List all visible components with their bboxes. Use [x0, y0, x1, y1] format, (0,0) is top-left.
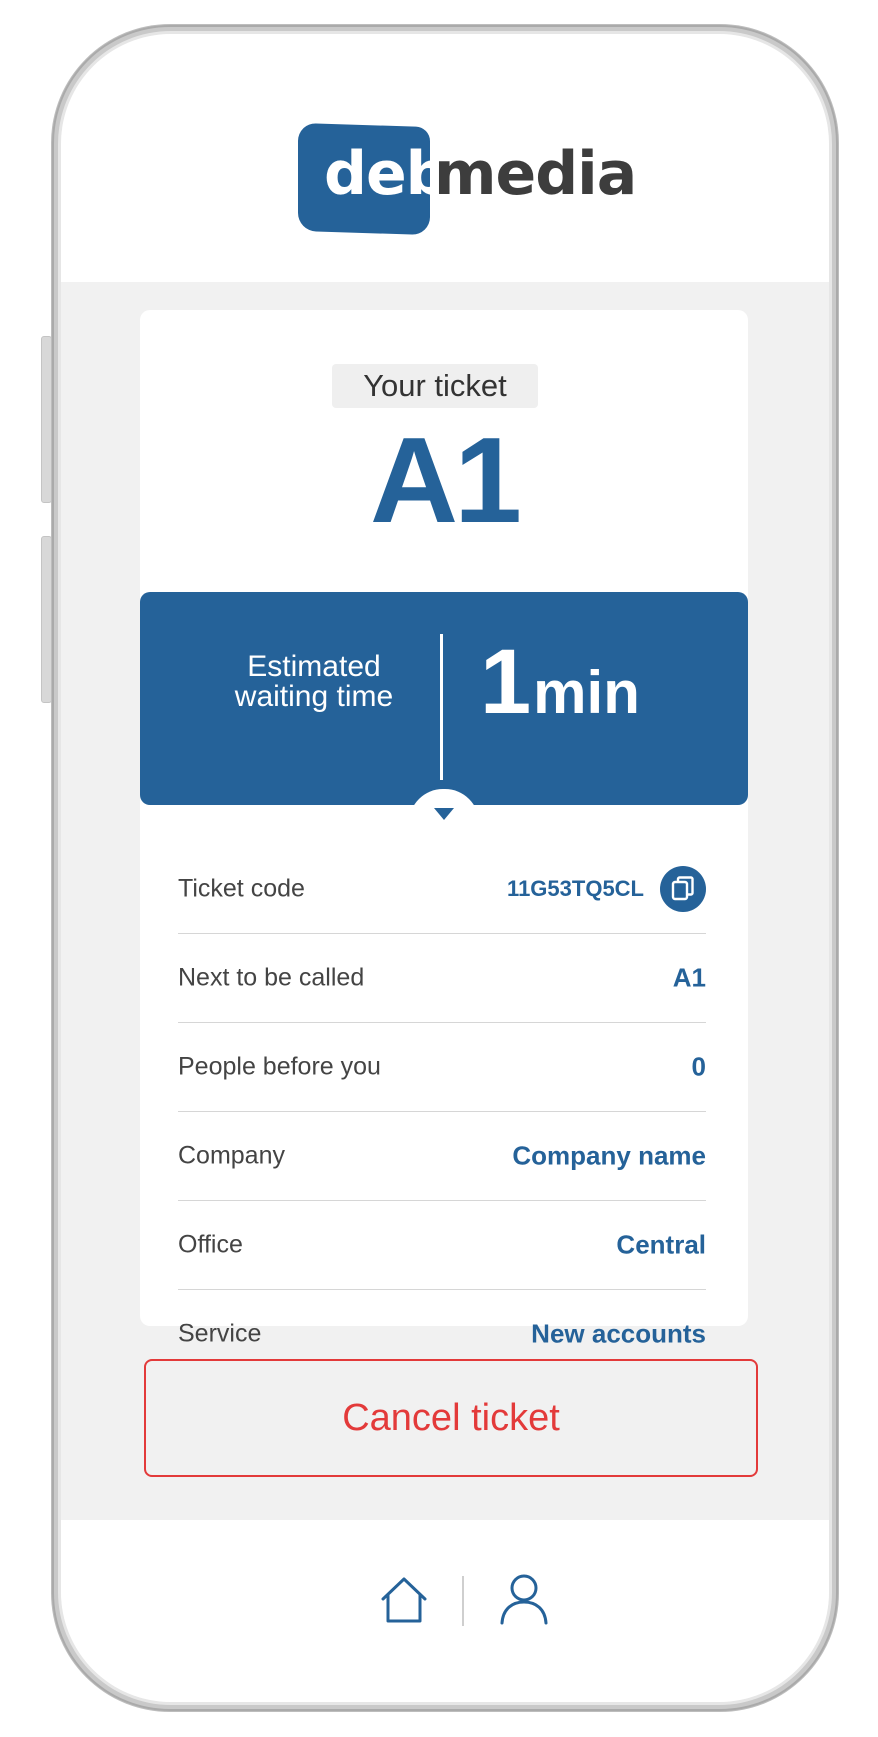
logo-text-deb: deb [324, 139, 449, 209]
ticket-label: Your ticket [332, 364, 538, 408]
waiting-time-panel: Estimated waiting time 1min [140, 592, 748, 805]
bottom-navigation [61, 1520, 829, 1702]
waiting-time-unit: min [533, 659, 640, 726]
copy-code-button[interactable] [660, 866, 706, 912]
company-value: Company name [512, 1140, 706, 1171]
app-header: deb media [61, 34, 829, 282]
ticket-card: Your ticket A1 Estimated waiting time 1m… [140, 310, 748, 1349]
home-icon[interactable] [379, 1575, 429, 1625]
cancel-ticket-button[interactable]: Cancel ticket [144, 1359, 758, 1477]
waiting-time-value: 1min [480, 630, 640, 735]
next-called-label: Next to be called [178, 963, 365, 992]
company-label: Company [178, 1141, 285, 1170]
waiting-time-divider [440, 634, 443, 780]
detail-row-company: Company Company name [178, 1112, 706, 1201]
ticket-number: A1 [370, 412, 522, 548]
waiting-time-number: 1 [480, 631, 531, 733]
waiting-time-label-line2: waiting time [234, 680, 394, 713]
detail-row-ticket-code: Ticket code 11G53TQ5CL [178, 845, 706, 934]
office-label: Office [178, 1230, 243, 1259]
next-called-value: A1 [672, 962, 706, 993]
ticket-code-label: Ticket code [178, 874, 305, 903]
waiting-time-label-line1: Estimated [247, 650, 381, 683]
detail-row-people-before: People before you 0 [178, 1023, 706, 1112]
debmedia-logo: deb media [298, 122, 637, 237]
waiting-time-label: Estimated waiting time [210, 652, 418, 712]
user-icon[interactable] [499, 1573, 549, 1625]
volume-up-button [41, 336, 52, 503]
detail-row-next-called: Next to be called A1 [178, 934, 706, 1023]
people-before-label: People before you [178, 1052, 381, 1081]
copy-icon [671, 876, 694, 901]
caret-down-icon [434, 808, 454, 820]
office-value: Central [616, 1229, 706, 1260]
ticket-details-list: Ticket code 11G53TQ5CL Next to be called… [178, 845, 706, 1378]
volume-down-button [41, 536, 52, 703]
logo-text-media: media [434, 139, 637, 209]
phone-screen: deb media Your ticket A1 Estimated waiti… [61, 34, 829, 1702]
nav-divider [462, 1576, 464, 1626]
service-value: New accounts [531, 1318, 706, 1349]
ticket-code-value: 11G53TQ5CL [507, 876, 644, 901]
detail-row-office: Office Central [178, 1201, 706, 1290]
service-label: Service [178, 1319, 262, 1348]
people-before-value: 0 [691, 1051, 706, 1082]
